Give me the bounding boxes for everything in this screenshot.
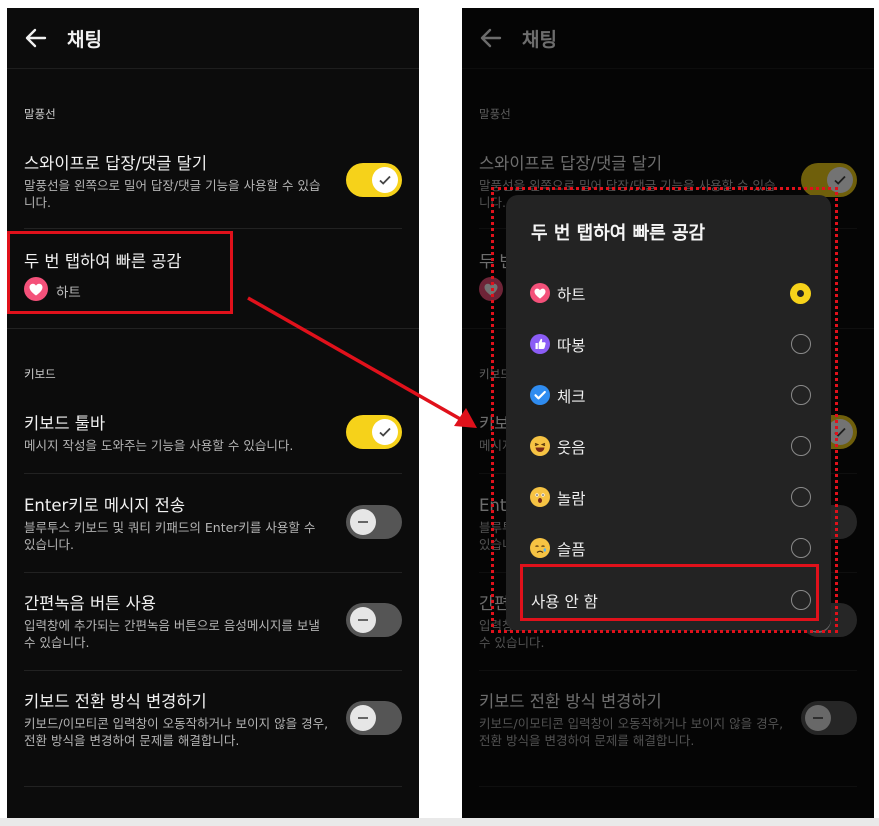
setting-description: 키보드/이모티콘 입력창이 오동작하거나 보이지 않을 경우, 전환 방식을 변… <box>24 716 329 748</box>
divider <box>24 572 402 573</box>
minus-icon <box>358 521 368 523</box>
setting-keyboard-toolbar[interactable]: 키보드 툴바 메시지 작성을 도와주는 기능을 사용할 수 있습니다. <box>7 398 419 473</box>
divider <box>24 228 402 229</box>
section-divider <box>7 328 419 329</box>
setting-title: 스와이프로 답장/댓글 달기 <box>24 154 208 173</box>
setting-title: 키보드 전환 방식 변경하기 <box>24 692 207 711</box>
setting-description: 메시지 작성을 도와주는 기능을 사용할 수 있습니다. <box>24 438 294 453</box>
checkmark-icon <box>379 427 391 437</box>
setting-enter-send[interactable]: Enter키로 메시지 전송 블루투스 키보드 및 쿼티 키패드의 Enter키… <box>7 480 419 572</box>
enter-send-toggle[interactable] <box>346 505 402 539</box>
minus-icon <box>358 619 368 621</box>
section-label-balloon: 말풍선 <box>24 107 56 121</box>
highlight-box-no-reaction <box>520 564 819 621</box>
setting-title: 키보드 툴바 <box>24 414 106 433</box>
page-title: 채팅 <box>67 29 102 51</box>
setting-description: 입력창에 추가되는 간편녹음 버튼으로 음성메시지를 보낼 수 있습니다. <box>24 618 320 650</box>
keyboard-toolbar-toggle[interactable] <box>346 415 402 449</box>
divider <box>24 473 402 474</box>
setting-keyboard-switch-mode[interactable]: 키보드 전환 방식 변경하기 키보드/이모티콘 입력창이 오동작하거나 보이지 … <box>7 676 419 776</box>
swipe-reply-toggle[interactable] <box>346 163 402 197</box>
setting-voice-record-button[interactable]: 간편녹음 버튼 사용 입력창에 추가되는 간편녹음 버튼으로 음성메시지를 보낼… <box>7 578 419 670</box>
toggle-knob <box>372 167 398 193</box>
setting-title: 간편녹음 버튼 사용 <box>24 594 156 613</box>
section-label-keyboard: 키보드 <box>24 367 56 381</box>
checkmark-icon <box>379 175 391 185</box>
setting-swipe-reply[interactable]: 스와이프로 답장/댓글 달기 말풍선을 왼쪽으로 밀어 답장/댓글 기능을 사용… <box>7 138 419 228</box>
minus-icon <box>358 717 368 719</box>
divider <box>24 786 402 787</box>
toggle-knob <box>350 705 376 731</box>
toggle-knob <box>350 607 376 633</box>
keyboard-switch-mode-toggle[interactable] <box>346 701 402 735</box>
app-header: 채팅 <box>7 8 419 69</box>
toggle-knob <box>350 509 376 535</box>
bottom-bar <box>0 818 879 826</box>
setting-description: 말풍선을 왼쪽으로 밀어 답장/댓글 기능을 사용할 수 있습니다. <box>24 178 321 210</box>
setting-title: Enter키로 메시지 전송 <box>24 496 186 515</box>
setting-description: 블루투스 키보드 및 쿼티 키패드의 Enter키를 사용할 수 있습니다. <box>24 520 316 552</box>
back-arrow-icon[interactable] <box>23 25 49 51</box>
highlight-box-double-tap <box>7 231 233 314</box>
settings-screen-left: 채팅 말풍선 스와이프로 답장/댓글 달기 말풍선을 왼쪽으로 밀어 답장/댓글… <box>7 8 419 818</box>
voice-record-toggle[interactable] <box>346 603 402 637</box>
toggle-knob <box>372 419 398 445</box>
divider <box>24 670 402 671</box>
